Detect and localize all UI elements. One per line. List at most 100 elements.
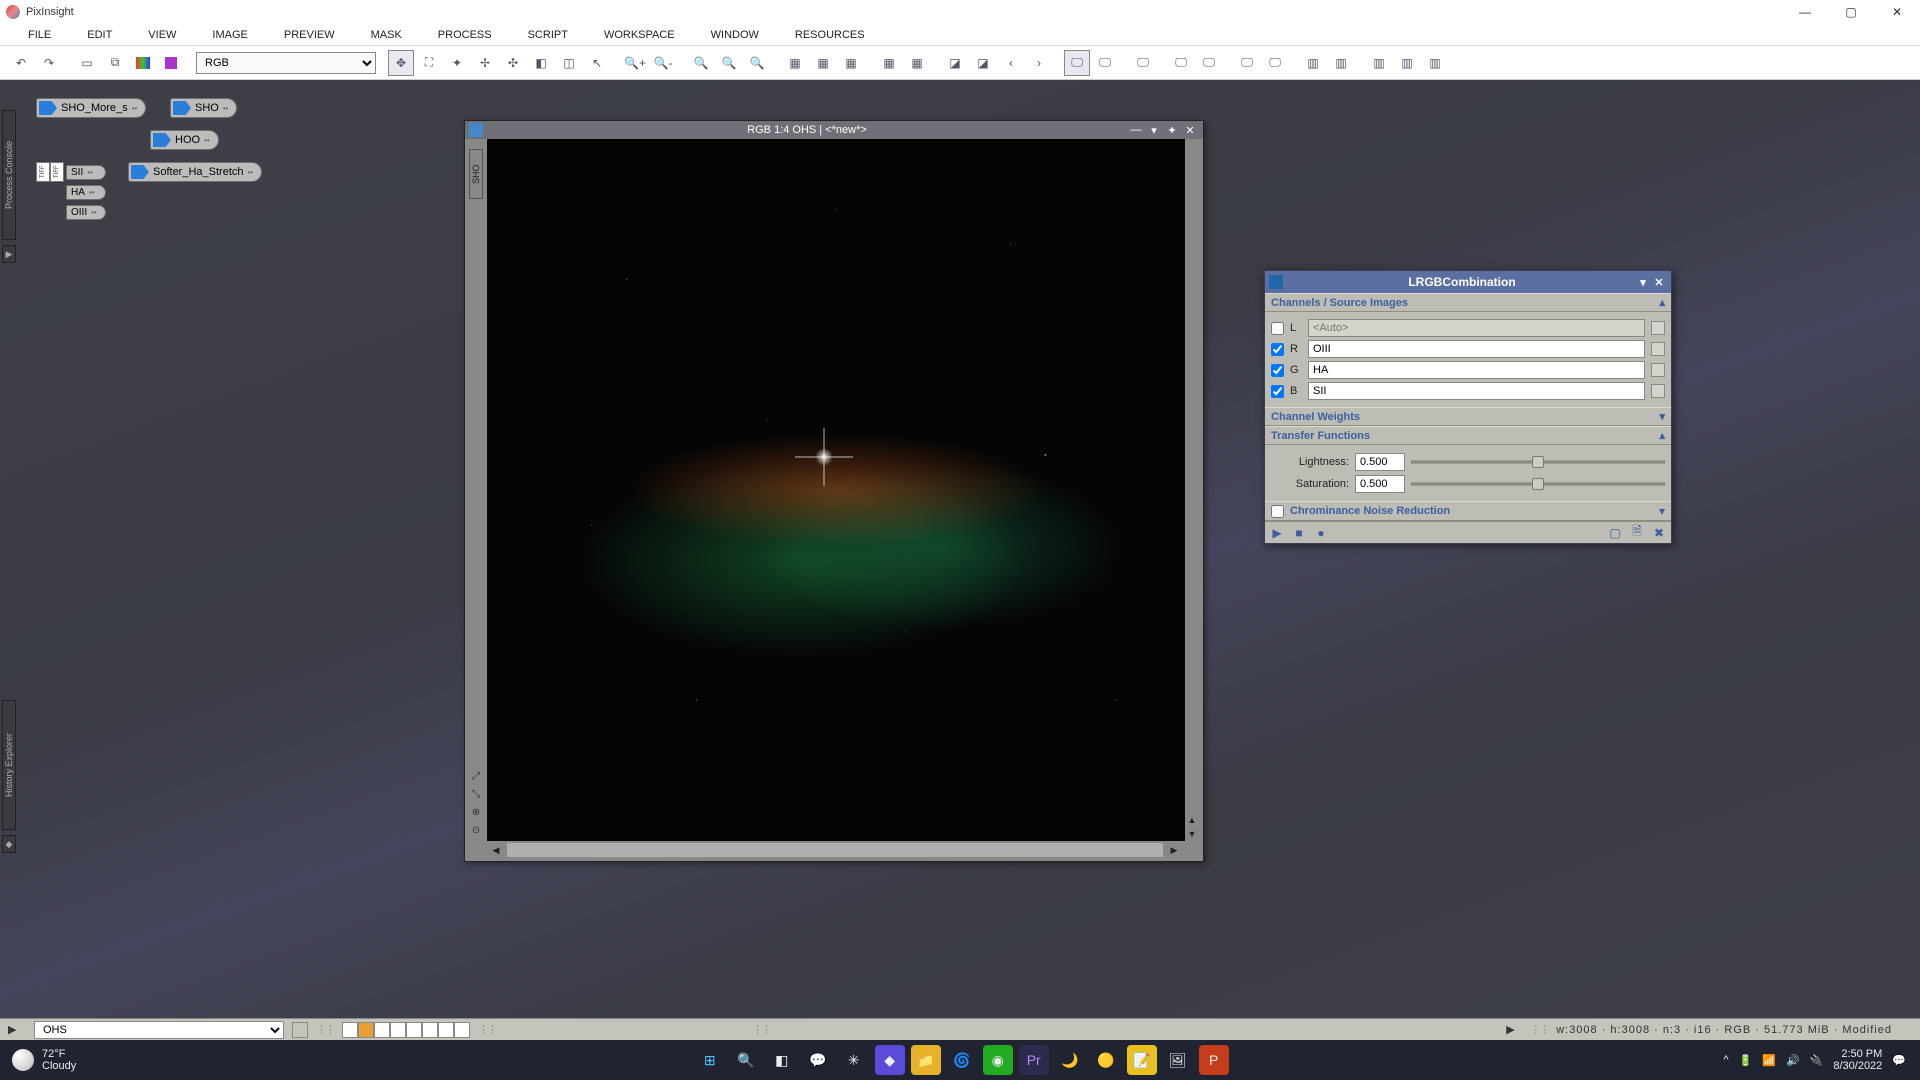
apply-rt-icon[interactable]: ● xyxy=(1313,525,1329,541)
mini-node-ha[interactable]: HA•• xyxy=(66,185,106,200)
channel-r-checkbox[interactable] xyxy=(1271,343,1284,356)
redo-icon[interactable]: ↷ xyxy=(36,50,62,76)
center-icon[interactable]: ✦ xyxy=(444,50,470,76)
region-icon[interactable]: ◫ xyxy=(556,50,582,76)
colorspace-select[interactable]: RGB xyxy=(196,52,376,74)
crosshair-icon[interactable]: ✣ xyxy=(500,50,526,76)
move-tool-icon[interactable]: ✥ xyxy=(388,50,414,76)
saturation-slider[interactable] xyxy=(1411,477,1665,491)
power-icon[interactable]: 🔌 xyxy=(1810,1054,1824,1067)
process-console-tab[interactable]: Process Console xyxy=(2,110,16,240)
clone-icon[interactable]: ⧉ xyxy=(102,50,128,76)
premiere-icon[interactable]: Pr xyxy=(1019,1045,1049,1075)
scroll-up-icon[interactable]: ▲ xyxy=(1185,813,1199,827)
menu-file[interactable]: FILE xyxy=(10,29,69,41)
saturation-input[interactable] xyxy=(1355,475,1405,493)
image-window[interactable]: RGB 1:4 OHS | <*new*> — ▾ ✦ ✕ SHO ⤢ ⤡ ⊕ … xyxy=(464,120,1204,862)
mini-node-oiii[interactable]: OIII•• xyxy=(66,205,106,220)
channel-box[interactable] xyxy=(438,1022,454,1038)
weights-section-header[interactable]: Channel Weights ▾ xyxy=(1265,407,1671,426)
image-shade-icon[interactable]: ▾ xyxy=(1145,124,1163,137)
screen-c-icon[interactable]: 🖵 xyxy=(1130,50,1156,76)
lrgb-combination-dialog[interactable]: LRGBCombination ▾ ✕ Channels / Source Im… xyxy=(1264,270,1672,544)
menu-edit[interactable]: EDIT xyxy=(69,29,130,41)
maximize-button[interactable]: ▢ xyxy=(1828,0,1874,24)
vertical-scroll[interactable]: ▲ ▼ xyxy=(1185,813,1199,841)
channel-box-active[interactable] xyxy=(358,1022,374,1038)
channel-l-input[interactable] xyxy=(1308,319,1645,337)
panel-b-icon[interactable]: ▥ xyxy=(1328,50,1354,76)
scroll-down-icon[interactable]: ▼ xyxy=(1185,827,1199,841)
minimize-button[interactable]: — xyxy=(1782,0,1828,24)
chrome-icon[interactable]: 🟡 xyxy=(1091,1045,1121,1075)
mini-node-sii[interactable]: SII•• xyxy=(66,165,106,180)
reset-icon[interactable]: ⊕ xyxy=(469,805,483,819)
image-minimize-icon[interactable]: — xyxy=(1127,124,1145,136)
docs-icon[interactable]: 🗎 xyxy=(1629,525,1645,541)
channel-l-picker-icon[interactable] xyxy=(1651,321,1665,335)
notifications-icon[interactable]: 💬 xyxy=(1892,1054,1906,1067)
channel-g-picker-icon[interactable] xyxy=(1651,363,1665,377)
expand-icon[interactable]: ⤡ xyxy=(469,787,483,801)
lightness-input[interactable] xyxy=(1355,453,1405,471)
image-preview-tab[interactable]: SHO xyxy=(469,149,483,199)
taskbar-weather[interactable]: 72°F Cloudy xyxy=(0,1048,200,1072)
tray-expand-icon[interactable]: ^ xyxy=(1723,1054,1728,1066)
cnr-section-header[interactable]: Chrominance Noise Reduction ▾ xyxy=(1265,501,1671,521)
mask-d-icon[interactable]: › xyxy=(1026,50,1052,76)
panel-d-icon[interactable]: ▥ xyxy=(1394,50,1420,76)
start-icon[interactable]: ⊞ xyxy=(695,1045,725,1075)
menu-image[interactable]: IMAGE xyxy=(194,29,265,41)
channel-box[interactable] xyxy=(422,1022,438,1038)
mask-b-icon[interactable]: ◪ xyxy=(970,50,996,76)
pointer-icon[interactable]: ↖ xyxy=(584,50,610,76)
channel-g-input[interactable] xyxy=(1308,361,1645,379)
preview-d-icon[interactable]: ▦ xyxy=(876,50,902,76)
preview-e-icon[interactable]: ▦ xyxy=(904,50,930,76)
notes-icon[interactable]: 📝 xyxy=(1127,1045,1157,1075)
layers-icon[interactable] xyxy=(158,50,184,76)
lightness-slider[interactable] xyxy=(1411,455,1665,469)
scroll-right-icon[interactable]: ▶ xyxy=(1167,843,1181,857)
battery-icon[interactable]: 🔋 xyxy=(1739,1054,1753,1067)
preview-a-icon[interactable]: ▦ xyxy=(782,50,808,76)
screen-d-icon[interactable]: 🖵 xyxy=(1168,50,1194,76)
undo-icon[interactable]: ↶ xyxy=(8,50,34,76)
history-explorer-icon[interactable]: ◆ xyxy=(2,835,16,853)
app-icon-6[interactable]: 🌙 xyxy=(1055,1045,1085,1075)
zoom-fit-icon[interactable]: 🔍 xyxy=(744,50,770,76)
fit-icon[interactable]: ⛶ xyxy=(416,50,442,76)
panel-e-icon[interactable]: ▥ xyxy=(1422,50,1448,76)
app-icon-1[interactable]: 💬 xyxy=(803,1045,833,1075)
screen-g-icon[interactable]: 🖵 xyxy=(1262,50,1288,76)
menu-process[interactable]: PROCESS xyxy=(420,29,510,41)
channel-b-input[interactable] xyxy=(1308,382,1645,400)
channel-box[interactable] xyxy=(374,1022,390,1038)
dialog-shade-icon[interactable]: ▾ xyxy=(1635,276,1651,289)
process-console-icon[interactable]: ▶ xyxy=(2,245,16,263)
app-icon-2[interactable]: ✳ xyxy=(839,1045,869,1075)
taskview-icon[interactable]: ◧ xyxy=(767,1045,797,1075)
cnr-checkbox[interactable] xyxy=(1271,505,1284,518)
apply-icon[interactable]: ▶ xyxy=(1269,525,1285,541)
new-instance-icon[interactable]: ▢ xyxy=(1607,525,1623,541)
view-selector[interactable]: OHS xyxy=(34,1021,284,1039)
taskbar-clock[interactable]: 2:50 PM 8/30/2022 xyxy=(1833,1048,1882,1072)
search-icon[interactable]: 🔍 xyxy=(731,1045,761,1075)
scroll-left-icon[interactable]: ◀ xyxy=(489,843,503,857)
status-playback-icon[interactable]: ▶ xyxy=(1506,1023,1522,1036)
channel-b-picker-icon[interactable] xyxy=(1651,384,1665,398)
menu-mask[interactable]: MASK xyxy=(353,29,420,41)
process-node-sho[interactable]: SHO •• xyxy=(170,98,237,118)
panel-a-icon[interactable]: ▥ xyxy=(1300,50,1326,76)
image-window-titlebar[interactable]: RGB 1:4 OHS | <*new*> — ▾ ✦ ✕ xyxy=(465,121,1203,139)
screen-b-icon[interactable]: 🖵 xyxy=(1092,50,1118,76)
photos-icon[interactable]: 🖼 xyxy=(1163,1045,1193,1075)
app-icon-3[interactable]: ◆ xyxy=(875,1045,905,1075)
pan-icon[interactable]: ✢ xyxy=(472,50,498,76)
screen-e-icon[interactable]: 🖵 xyxy=(1196,50,1222,76)
menu-view[interactable]: VIEW xyxy=(130,29,194,41)
horizontal-scrollbar[interactable]: ◀ ▶ xyxy=(507,843,1163,857)
explorer-icon[interactable]: 📁 xyxy=(911,1045,941,1075)
mask-a-icon[interactable]: ◪ xyxy=(942,50,968,76)
